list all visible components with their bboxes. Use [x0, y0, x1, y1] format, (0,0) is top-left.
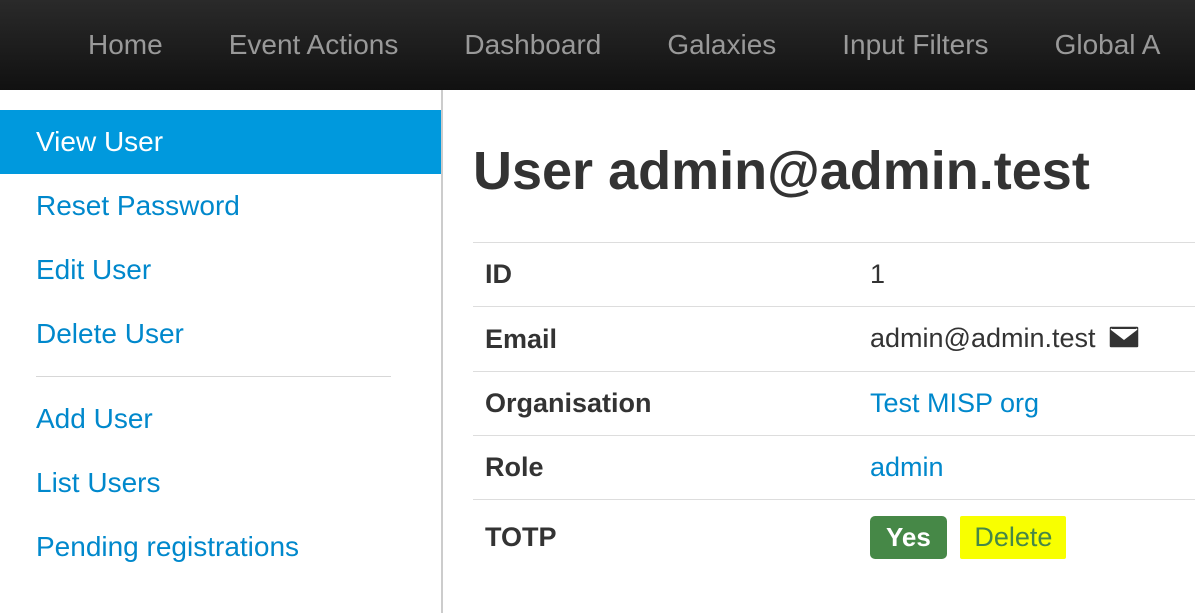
label-totp: TOTP — [473, 500, 858, 576]
nav-galaxies[interactable]: Galaxies — [639, 29, 804, 61]
nav-event-actions[interactable]: Event Actions — [201, 29, 427, 61]
label-organisation: Organisation — [473, 372, 858, 436]
row-totp: TOTP Yes Delete — [473, 500, 1195, 576]
sidebar: View User Reset Password Edit User Delet… — [0, 90, 443, 613]
totp-yes-badge: Yes — [870, 516, 947, 559]
main-container: View User Reset Password Edit User Delet… — [0, 90, 1195, 613]
row-id: ID 1 — [473, 243, 1195, 307]
totp-delete-button[interactable]: Delete — [960, 516, 1066, 559]
value-email: admin@admin.test — [858, 307, 1195, 372]
content-area: User admin@admin.test ID 1 Email admin@a… — [443, 90, 1195, 613]
envelope-icon[interactable] — [1109, 324, 1139, 355]
nav-dashboard[interactable]: Dashboard — [436, 29, 629, 61]
sidebar-item-reset-password[interactable]: Reset Password — [0, 174, 441, 238]
value-role: admin — [858, 436, 1195, 500]
top-navbar: Home Event Actions Dashboard Galaxies In… — [0, 0, 1195, 90]
sidebar-item-pending-registrations[interactable]: Pending registrations — [0, 515, 441, 579]
sidebar-divider — [36, 376, 391, 377]
nav-global[interactable]: Global A — [1027, 29, 1189, 61]
sidebar-item-add-user[interactable]: Add User — [0, 387, 441, 451]
row-email: Email admin@admin.test — [473, 307, 1195, 372]
sidebar-item-edit-user[interactable]: Edit User — [0, 238, 441, 302]
nav-home[interactable]: Home — [60, 29, 191, 61]
organisation-link[interactable]: Test MISP org — [870, 388, 1039, 418]
label-id: ID — [473, 243, 858, 307]
nav-input-filters[interactable]: Input Filters — [814, 29, 1016, 61]
sidebar-item-delete-user[interactable]: Delete User — [0, 302, 441, 366]
label-role: Role — [473, 436, 858, 500]
role-link[interactable]: admin — [870, 452, 944, 482]
value-totp: Yes Delete — [858, 500, 1195, 576]
sidebar-item-view-user[interactable]: View User — [0, 110, 441, 174]
email-text: admin@admin.test — [870, 323, 1096, 353]
sidebar-item-list-users[interactable]: List Users — [0, 451, 441, 515]
value-organisation: Test MISP org — [858, 372, 1195, 436]
user-details-table: ID 1 Email admin@admin.test Organisation — [473, 242, 1195, 575]
row-organisation: Organisation Test MISP org — [473, 372, 1195, 436]
value-id: 1 — [858, 243, 1195, 307]
row-role: Role admin — [473, 436, 1195, 500]
page-title: User admin@admin.test — [473, 140, 1195, 202]
label-email: Email — [473, 307, 858, 372]
